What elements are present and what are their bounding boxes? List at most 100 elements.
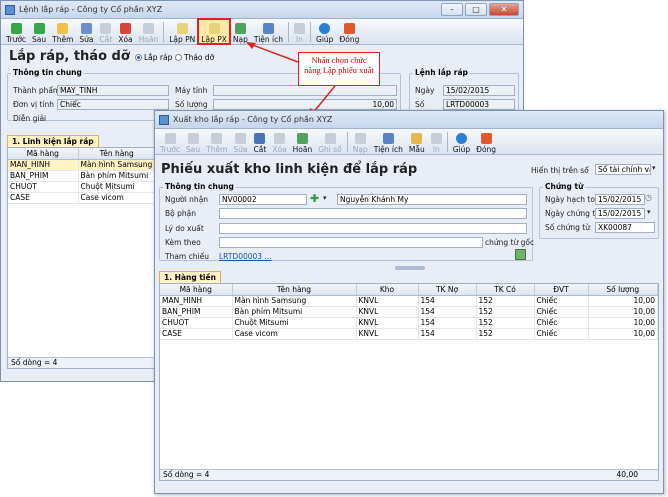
table-row[interactable]: BAN_PHIM Bàn phím Mitsumi bbox=[8, 170, 156, 182]
col-code[interactable]: Mã hàng bbox=[8, 148, 79, 160]
table-row[interactable]: CHUOT Chuột Mitsumi bbox=[8, 181, 156, 193]
col-warehouse[interactable]: Kho bbox=[356, 284, 419, 296]
chevron-down-icon[interactable]: ▾ bbox=[323, 194, 327, 202]
delete-button[interactable]: Xóa bbox=[115, 19, 135, 44]
page-title: Phiếu xuất kho linh kiện để lắp ráp bbox=[161, 162, 418, 177]
receiver-name-field[interactable]: Nguyễn Khánh My bbox=[337, 194, 527, 205]
cut-button[interactable]: Cắt bbox=[97, 19, 116, 44]
minimize-button[interactable]: – bbox=[441, 3, 463, 16]
scissors-icon bbox=[100, 23, 112, 34]
table-row[interactable]: CHUOT Chuột Mitsumi KNVL 154 152 Chiếc 10,00 bbox=[160, 317, 658, 329]
utilities-button[interactable]: Tiện ích bbox=[371, 129, 406, 154]
power-icon bbox=[343, 23, 355, 34]
close-form-button[interactable]: Đóng bbox=[336, 19, 362, 44]
reference-link[interactable]: LRTD00003 ... bbox=[219, 252, 272, 261]
col-name[interactable]: Tên hàng bbox=[232, 284, 357, 296]
close-button[interactable]: ✕ bbox=[489, 3, 519, 16]
next-button[interactable]: Sau bbox=[29, 19, 49, 44]
reference-label: Tham chiếu bbox=[165, 252, 209, 261]
add-receiver-icon[interactable]: ✚ bbox=[310, 192, 319, 205]
table-row[interactable]: MAN_HINH Màn hình Samsung bbox=[8, 159, 156, 171]
calendar-icon[interactable]: ◷ bbox=[645, 193, 652, 202]
prev-button[interactable]: Trước bbox=[3, 19, 29, 44]
next-button[interactable]: Sau bbox=[183, 129, 203, 154]
wrench-icon bbox=[382, 133, 394, 144]
col-debit-account[interactable]: TK Nợ bbox=[418, 284, 477, 296]
book-icon bbox=[324, 133, 336, 144]
table-row[interactable]: CASE Case vicom bbox=[8, 192, 156, 204]
group-title: Thông tin chung bbox=[163, 182, 236, 191]
row-count: Số dòng = 4 bbox=[8, 357, 156, 368]
arrow-left-icon bbox=[164, 133, 176, 144]
table-row[interactable]: CASE Case vicom KNVL 154 152 Chiếc 10,00 bbox=[160, 328, 658, 340]
delete-button[interactable]: Xóa bbox=[269, 129, 289, 154]
help-button[interactable]: Giúp bbox=[450, 129, 473, 154]
chevron-down-icon[interactable]: ▾ bbox=[652, 164, 656, 172]
tab-components[interactable]: 1. Linh kiện lắp ráp bbox=[7, 135, 99, 147]
add-button[interactable]: Thêm bbox=[203, 129, 230, 154]
col-credit-account[interactable]: TK Có bbox=[476, 284, 535, 296]
cancel-button[interactable]: Hoãn bbox=[136, 19, 162, 44]
unit-field[interactable]: Chiếc bbox=[57, 99, 169, 110]
assemble-radio[interactable]: Lắp ráp bbox=[135, 53, 172, 62]
print-button[interactable]: In bbox=[428, 129, 445, 154]
qty-field[interactable]: 10,00 bbox=[213, 99, 397, 110]
edit-button[interactable]: Sửa bbox=[76, 19, 96, 44]
reason-field[interactable] bbox=[219, 223, 527, 234]
product-field[interactable]: MAY_TINH bbox=[57, 85, 169, 96]
save-button[interactable]: Cắt bbox=[251, 129, 270, 154]
product-name-field[interactable] bbox=[213, 85, 397, 96]
maximize-button[interactable]: □ bbox=[465, 3, 487, 16]
col-quantity[interactable]: Số lượng bbox=[588, 284, 658, 296]
col-code[interactable]: Mã hàng bbox=[160, 284, 233, 296]
unit-label: Đơn vị tính bbox=[13, 100, 54, 109]
create-receipt-button[interactable]: Lập PN bbox=[166, 19, 198, 44]
edit-icon bbox=[80, 23, 92, 34]
add-button[interactable]: Thêm bbox=[49, 19, 76, 44]
voucher-date-field[interactable]: 15/02/2015 bbox=[595, 208, 645, 219]
print-button[interactable]: In bbox=[291, 19, 308, 44]
reload-button[interactable]: Nạp bbox=[350, 129, 371, 154]
printer-icon bbox=[294, 23, 306, 34]
create-issue-button[interactable]: Lập PX bbox=[197, 18, 231, 45]
delete-icon bbox=[273, 133, 285, 144]
arrow-right-icon bbox=[33, 23, 45, 34]
post-button[interactable]: Ghi sổ bbox=[315, 129, 345, 154]
splitter-handle[interactable] bbox=[395, 266, 425, 270]
refresh-icon bbox=[354, 133, 366, 144]
receiver-code-field[interactable]: NV00002 bbox=[219, 194, 307, 205]
department-field[interactable] bbox=[219, 208, 527, 219]
edit-button[interactable]: Sửa bbox=[230, 129, 250, 154]
document-icon bbox=[176, 23, 188, 34]
goods-grid: Mã hàng Tên hàng Kho TK Nợ TK Có ĐVT Số … bbox=[159, 283, 659, 481]
stock-issue-window: Xuất kho lắp ráp - Công ty Cổ phần XYZ T… bbox=[154, 110, 664, 494]
tab-goods-money[interactable]: 1. Hàng tiền bbox=[159, 271, 221, 283]
group-title: Thông tin chung bbox=[11, 68, 84, 77]
col-name[interactable]: Tên hàng bbox=[78, 148, 156, 160]
utilities-button[interactable]: Tiện ích bbox=[251, 19, 286, 44]
attach-file-icon[interactable] bbox=[515, 249, 526, 260]
close-form-button[interactable]: Đóng bbox=[473, 129, 499, 154]
post-date-field[interactable]: 15/02/2015 bbox=[595, 194, 645, 205]
chevron-down-icon[interactable]: ▾ bbox=[647, 208, 651, 216]
table-row[interactable]: BAN_PHIM Bàn phím Mitsumi KNVL 154 152 Chiếc 1… bbox=[160, 306, 658, 318]
date-field[interactable]: 15/02/2015 bbox=[443, 85, 515, 96]
reload-button[interactable]: Nạp bbox=[230, 19, 251, 44]
components-grid: Mã hàng Tên hàng MAN_HINH Màn hình Samsung… bbox=[7, 147, 157, 369]
template-button[interactable]: Mẫu bbox=[406, 129, 428, 154]
disassemble-radio[interactable]: Tháo dỡ bbox=[175, 53, 214, 62]
cancel-button[interactable]: Hoãn bbox=[290, 129, 316, 154]
voucher-no-field[interactable]: XK00087 bbox=[595, 222, 655, 233]
prev-button[interactable]: Trước bbox=[157, 129, 183, 154]
number-field[interactable]: LRTD00003 bbox=[443, 99, 515, 110]
show-on-select[interactable]: Sổ tài chính và quản trị bbox=[595, 164, 651, 175]
voucher-date-label: Ngày chứng từ bbox=[545, 209, 601, 218]
title-bar: Lệnh lắp ráp - Công ty Cổ phần XYZ – □ ✕ bbox=[1, 1, 523, 19]
show-on-label: Hiển thị trên sổ bbox=[531, 166, 589, 175]
col-unit[interactable]: ĐVT bbox=[534, 284, 589, 296]
number-label: Số bbox=[415, 100, 425, 109]
table-row[interactable]: MAN_HINH Màn hình Samsung KNVL 154 152 Chiếc 1… bbox=[160, 295, 658, 307]
help-button[interactable]: Giúp bbox=[313, 19, 336, 44]
attach-field[interactable] bbox=[219, 237, 483, 248]
description-label: Diễn giải bbox=[13, 114, 47, 123]
